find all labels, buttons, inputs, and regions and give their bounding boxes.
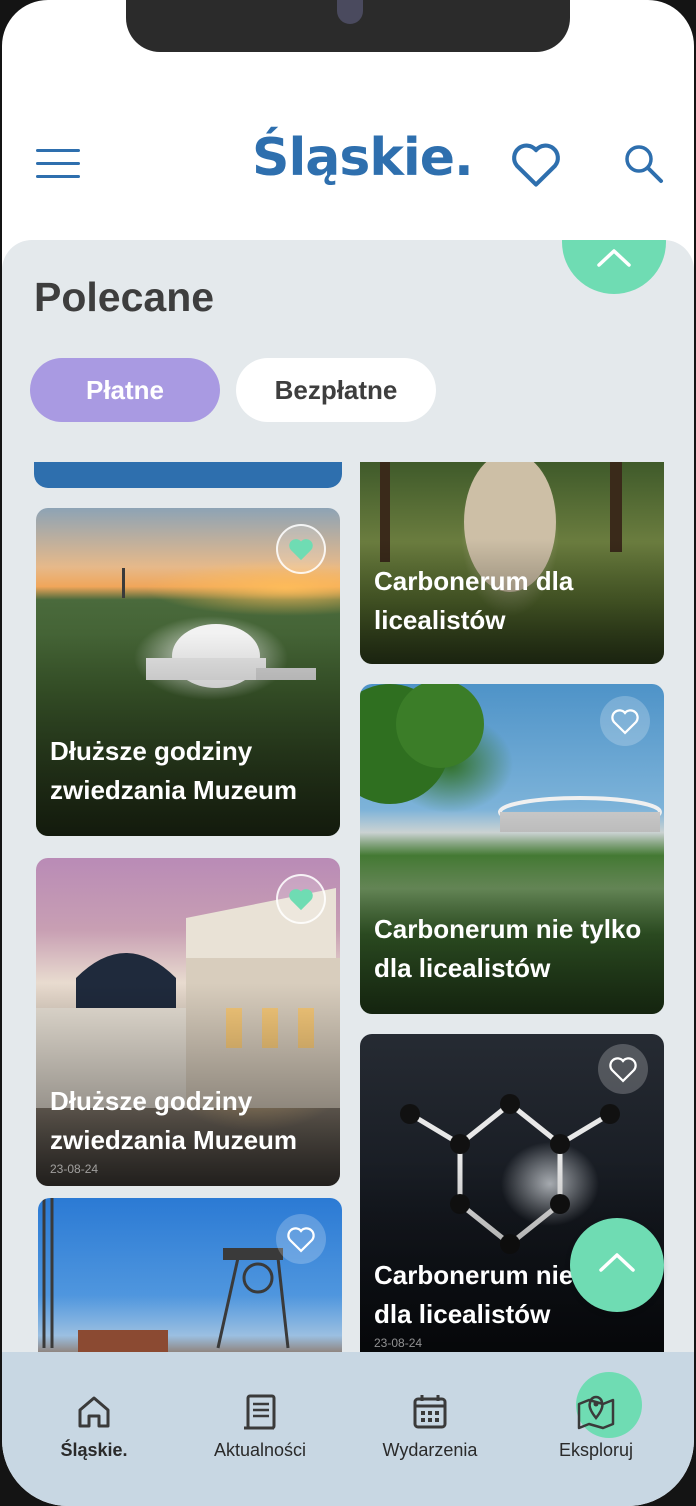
phone-frame: Śląskie. Polecane Płatne Bezpłatne Dłużs… xyxy=(0,0,696,1506)
app-header: Śląskie. xyxy=(2,100,694,240)
bottom-navigation: Śląskie. Aktualności Wydarzenia Eksploru… xyxy=(2,1352,694,1506)
event-card[interactable]: Dłuższe godziny zwiedzania Muzeum 23-08-… xyxy=(36,858,340,1186)
event-card[interactable]: Carbonerum nie tylko dla licealistów xyxy=(360,684,664,1014)
card-title: Carbonerum nie tylko dla licealistów xyxy=(374,914,642,983)
nav-events[interactable]: Wydarzenia xyxy=(360,1390,500,1480)
nav-label: Aktualności xyxy=(213,1440,307,1460)
hamburger-menu-icon[interactable] xyxy=(36,146,82,182)
search-icon[interactable] xyxy=(622,142,666,186)
home-icon xyxy=(78,1396,110,1428)
card-date: 23-08-24 xyxy=(374,1336,423,1350)
card-title: Dłuższe godziny zwiedzania Muzeum xyxy=(50,1086,298,1155)
filter-free-chip[interactable]: Bezpłatne xyxy=(236,358,436,422)
card-date: 23-08-24 xyxy=(50,1162,99,1176)
scroll-top-button[interactable] xyxy=(562,240,666,294)
event-card[interactable] xyxy=(38,1198,342,1360)
favorite-heart-icon[interactable] xyxy=(276,524,326,574)
map-pin-icon xyxy=(577,1395,615,1430)
event-card[interactable]: Dłuższe godziny zwiedzania Muzeum xyxy=(36,508,340,836)
section-title: Polecane xyxy=(34,274,215,320)
recommended-panel: Polecane Płatne Bezpłatne Dłuższe godzin… xyxy=(2,240,694,1360)
card-partial-edge xyxy=(34,462,342,488)
favorites-heart-icon[interactable] xyxy=(510,140,562,188)
favorite-heart-icon[interactable] xyxy=(276,874,326,924)
news-icon xyxy=(244,1394,276,1430)
scroll-up-fab[interactable] xyxy=(570,1218,664,1312)
card-title: Dłuższe godziny zwiedzania Muzeum xyxy=(50,736,298,805)
calendar-icon xyxy=(413,1395,447,1429)
nav-label: Eksploruj xyxy=(558,1440,634,1460)
card-title: Carbonerum dla licealistów xyxy=(374,566,574,635)
filter-paid-chip[interactable]: Płatne xyxy=(30,358,220,422)
favorite-heart-icon[interactable] xyxy=(276,1214,326,1264)
favorite-heart-icon[interactable] xyxy=(600,696,650,746)
app-screen: Śląskie. Polecane Płatne Bezpłatne Dłużs… xyxy=(2,0,694,1506)
nav-label: Śląskie. xyxy=(60,1440,128,1460)
favorite-heart-icon[interactable] xyxy=(598,1044,648,1094)
nav-label: Wydarzenia xyxy=(382,1440,478,1460)
app-logo[interactable]: Śląskie. xyxy=(252,128,474,188)
nav-home[interactable]: Śląskie. xyxy=(24,1390,164,1480)
nav-explore[interactable]: Eksploruj xyxy=(526,1390,666,1480)
nav-news[interactable]: Aktualności xyxy=(190,1390,330,1480)
event-card[interactable]: Carbonerum dla licealistów xyxy=(360,462,664,664)
